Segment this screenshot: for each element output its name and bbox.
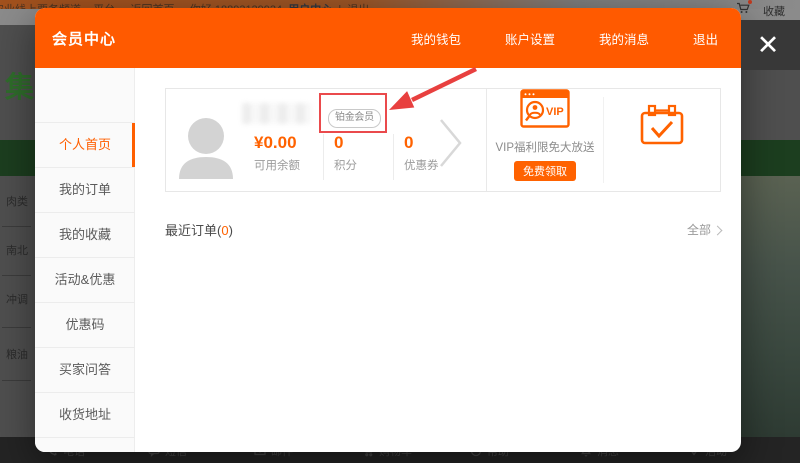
divider <box>323 134 324 180</box>
avatar <box>178 115 234 184</box>
free-claim-button[interactable]: 免费领取 <box>514 161 576 181</box>
view-all-orders-link[interactable]: 全部 <box>687 221 723 238</box>
nav-account-settings[interactable]: 账户设置 <box>505 29 555 48</box>
recent-orders-title: 最近订单(0) <box>165 223 233 238</box>
sidebar-item-coupon-code[interactable]: 优惠码 <box>35 303 135 348</box>
balance-value: ¥0.00 <box>254 133 297 152</box>
backdrop-logo: 集 <box>5 72 37 104</box>
nav-logout[interactable]: 退出 <box>693 29 718 48</box>
vip-benefits-section: VIP VIP福利限免大放送 免费领取 <box>486 89 603 191</box>
chevron-right-icon[interactable] <box>438 117 464 174</box>
calendar-check-icon[interactable] <box>639 104 685 146</box>
balance-label: 可用余额 <box>254 160 300 172</box>
sidebar-item-personal-home[interactable]: 个人首页 <box>35 122 135 168</box>
divider <box>2 275 31 276</box>
backdrop-favorite-link[interactable]: 收藏 <box>763 3 785 19</box>
sidebar-item-my-orders[interactable]: 我的订单 <box>35 168 135 213</box>
screen: 农业线上票务频道 平台 返回首页 你好 18893129924 用户中心 | 退… <box>0 0 800 463</box>
sidebar-item-activities-discounts[interactable]: 活动&优惠 <box>35 258 135 303</box>
divider <box>2 327 31 328</box>
points-label: 积分 <box>334 160 357 172</box>
backdrop-category: 肉类 <box>6 196 28 208</box>
chevron-right-icon <box>712 225 723 235</box>
backdrop-category-menu: 肉类 南北 冲调 粮油 <box>0 176 34 430</box>
username-redacted <box>242 103 312 124</box>
sidebar-item-shipping-address[interactable]: 收货地址 <box>35 393 135 438</box>
stat-balance[interactable]: ¥0.00 可用余额 <box>254 133 300 173</box>
cart-badge-dot <box>748 0 752 4</box>
nav-my-wallet[interactable]: 我的钱包 <box>411 29 461 48</box>
backdrop-category: 冲调 <box>6 294 28 306</box>
member-center-modal: 会员中心 我的钱包 账户设置 我的消息 退出 个人首页 我的订单 我的收藏 活动… <box>35 8 741 452</box>
sidebar-item-buyer-qa[interactable]: 买家问答 <box>35 348 135 393</box>
stat-points[interactable]: 0 积分 <box>334 133 357 173</box>
annotation-highlight-rect <box>319 93 387 133</box>
modal-header: 会员中心 我的钱包 账户设置 我的消息 退出 <box>35 8 741 68</box>
divider <box>2 380 31 381</box>
recent-orders-count: 0 <box>221 223 229 238</box>
close-zone: ✕ <box>741 20 800 70</box>
modal-title: 会员中心 <box>52 30 117 48</box>
nav-my-messages[interactable]: 我的消息 <box>599 29 649 48</box>
modal-sidebar: 个人首页 我的订单 我的收藏 活动&优惠 优惠码 买家问答 收货地址 <box>35 68 135 452</box>
close-icon[interactable]: ✕ <box>748 27 788 63</box>
backdrop-category: 粮油 <box>6 349 28 361</box>
backdrop-hero-image <box>741 176 800 437</box>
vip-icon: VIP <box>520 89 570 128</box>
modal-nav: 我的钱包 账户设置 我的消息 退出 <box>411 8 718 68</box>
points-value: 0 <box>334 133 344 152</box>
coupons-label: 优惠券 <box>404 160 439 172</box>
profile-card: 铂金会员 ¥0.00 可用余额 0 积分 0 优惠券 VIP VIP福利限免大放… <box>165 88 721 192</box>
divider <box>393 134 394 180</box>
divider <box>2 226 31 227</box>
sidebar-item-my-favorites[interactable]: 我的收藏 <box>35 213 135 258</box>
vip-benefits-label: VIP福利限免大放送 <box>495 142 595 154</box>
stat-coupons[interactable]: 0 优惠券 <box>404 133 439 173</box>
signin-calendar-section <box>603 89 720 191</box>
backdrop-category: 南北 <box>6 245 28 257</box>
svg-text:VIP: VIP <box>546 106 564 118</box>
coupons-value: 0 <box>404 133 414 152</box>
